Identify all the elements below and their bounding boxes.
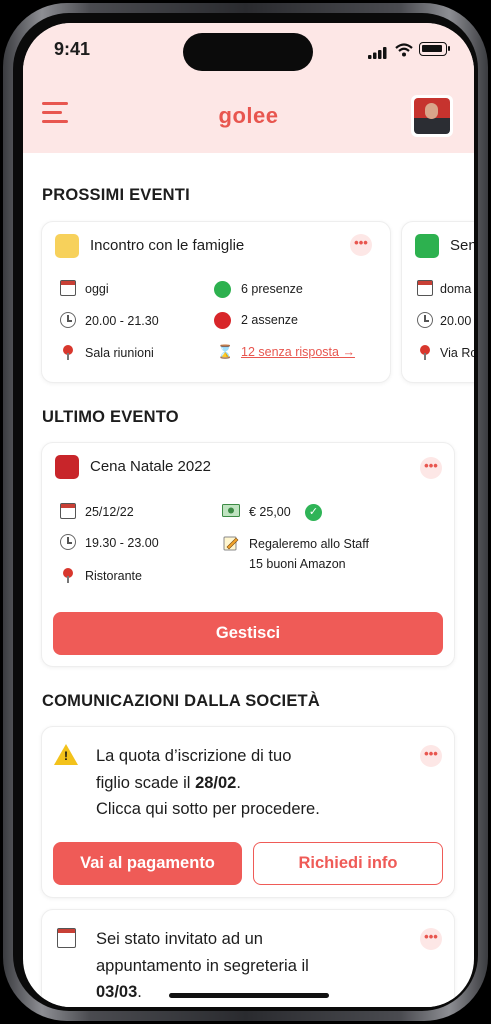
event-note-line-2: 15 buoni Amazon: [249, 557, 346, 571]
event-day: oggi: [85, 282, 109, 296]
communication-card-payment[interactable]: ! ••• La quota d’iscrizione di tuo figli…: [41, 726, 455, 898]
event-place: Via Ro: [440, 346, 474, 360]
app-logo: golee: [218, 103, 279, 128]
red-dot-icon: [214, 312, 231, 329]
communication-line-2: figlio scade il 28/02.: [96, 770, 320, 797]
event-title: Sen: [450, 237, 474, 254]
event-time: 20.00 - 21.30: [85, 314, 159, 328]
event-time: 20.00: [440, 314, 472, 328]
attendance-absent: 2 assenze: [241, 313, 298, 327]
communication-line-1: Sei stato invitato ad un: [96, 930, 263, 948]
due-date: 28/02: [195, 773, 237, 792]
attendance-present: 6 presenze: [241, 282, 303, 296]
calendar-icon: [417, 280, 433, 296]
wifi-icon: [395, 43, 413, 57]
signal-icon: [368, 47, 387, 59]
due-text: figlio scade il: [96, 773, 196, 792]
warning-icon: !: [54, 744, 78, 765]
event-place: Ristorante: [85, 569, 142, 583]
dynamic-island: [183, 33, 313, 71]
calendar-icon: [60, 280, 76, 296]
event-card-upcoming-1[interactable]: Incontro con le famiglie ••• oggi 20.00 …: [41, 221, 391, 383]
event-place: Sala riunioni: [85, 346, 154, 360]
section-title-upcoming: PROSSIMI EVENTI: [42, 186, 190, 204]
appointment-text-end: .: [137, 983, 142, 1001]
more-options-icon[interactable]: •••: [420, 745, 442, 767]
communication-text: La quota d’iscrizione di tuo figlio scad…: [96, 743, 320, 823]
more-options-icon[interactable]: •••: [350, 234, 372, 256]
communication-line-3: Clicca qui sotto per procedere.: [96, 800, 320, 818]
calendar-icon: [60, 503, 76, 519]
more-options-icon[interactable]: •••: [420, 928, 442, 950]
calendar-icon: [57, 928, 76, 948]
money-icon: [222, 504, 240, 517]
event-time: 19.30 - 23.00: [85, 536, 159, 550]
section-title-communications: COMUNICAZIONI DALLA SOCIETÀ: [42, 692, 320, 710]
pending-responses-link[interactable]: 12 senza risposta →: [241, 345, 355, 359]
event-note-line-1: Regaleremo allo Staff: [249, 537, 369, 551]
request-info-button[interactable]: Richiedi info: [253, 842, 443, 885]
event-date: 25/12/22: [85, 505, 134, 519]
green-dot-icon: [214, 281, 231, 298]
event-color-square: [55, 234, 79, 258]
clock-icon: [60, 534, 76, 550]
event-amount: € 25,00: [249, 505, 291, 519]
event-day: doma: [440, 282, 472, 296]
manage-button[interactable]: Gestisci: [53, 612, 443, 655]
location-pin-icon: [63, 345, 73, 360]
communication-line-2: appuntamento in segreteria il: [96, 956, 309, 975]
location-pin-icon: [63, 568, 73, 583]
screen: 9:41 golee PROSSIMI EVENTI Incontro con …: [23, 23, 474, 1007]
clock-icon: [417, 312, 433, 328]
battery-icon: [419, 42, 450, 56]
user-avatar[interactable]: [411, 95, 453, 137]
home-indicator[interactable]: [169, 993, 329, 998]
paid-check-icon: ✓: [305, 504, 322, 521]
last-event-card[interactable]: Cena Natale 2022 ••• 25/12/22 19.30 - 23…: [41, 442, 455, 667]
communication-line-1: La quota d’iscrizione di tuo: [96, 747, 292, 765]
due-text-end: .: [236, 773, 241, 792]
section-title-last-event: ULTIMO EVENTO: [42, 408, 179, 426]
note-icon: [223, 536, 239, 551]
event-color-square: [415, 234, 439, 258]
event-title: Cena Natale 2022: [90, 458, 211, 475]
more-options-icon[interactable]: •••: [420, 457, 442, 479]
appointment-date: 03/03: [96, 983, 138, 1001]
location-pin-icon: [420, 345, 430, 360]
event-card-upcoming-2[interactable]: Sen doma 20.00 Via Ro: [401, 221, 474, 383]
phone-frame: 9:41 golee PROSSIMI EVENTI Incontro con …: [3, 3, 488, 1021]
status-time: 9:41: [54, 39, 91, 59]
clock-icon: [60, 312, 76, 328]
event-title: Incontro con le famiglie: [90, 237, 245, 254]
hourglass-icon: ⌛: [217, 344, 234, 359]
avatar-photo: [414, 98, 450, 134]
event-color-square: [55, 455, 79, 479]
pay-button[interactable]: Vai al pagamento: [53, 842, 242, 885]
